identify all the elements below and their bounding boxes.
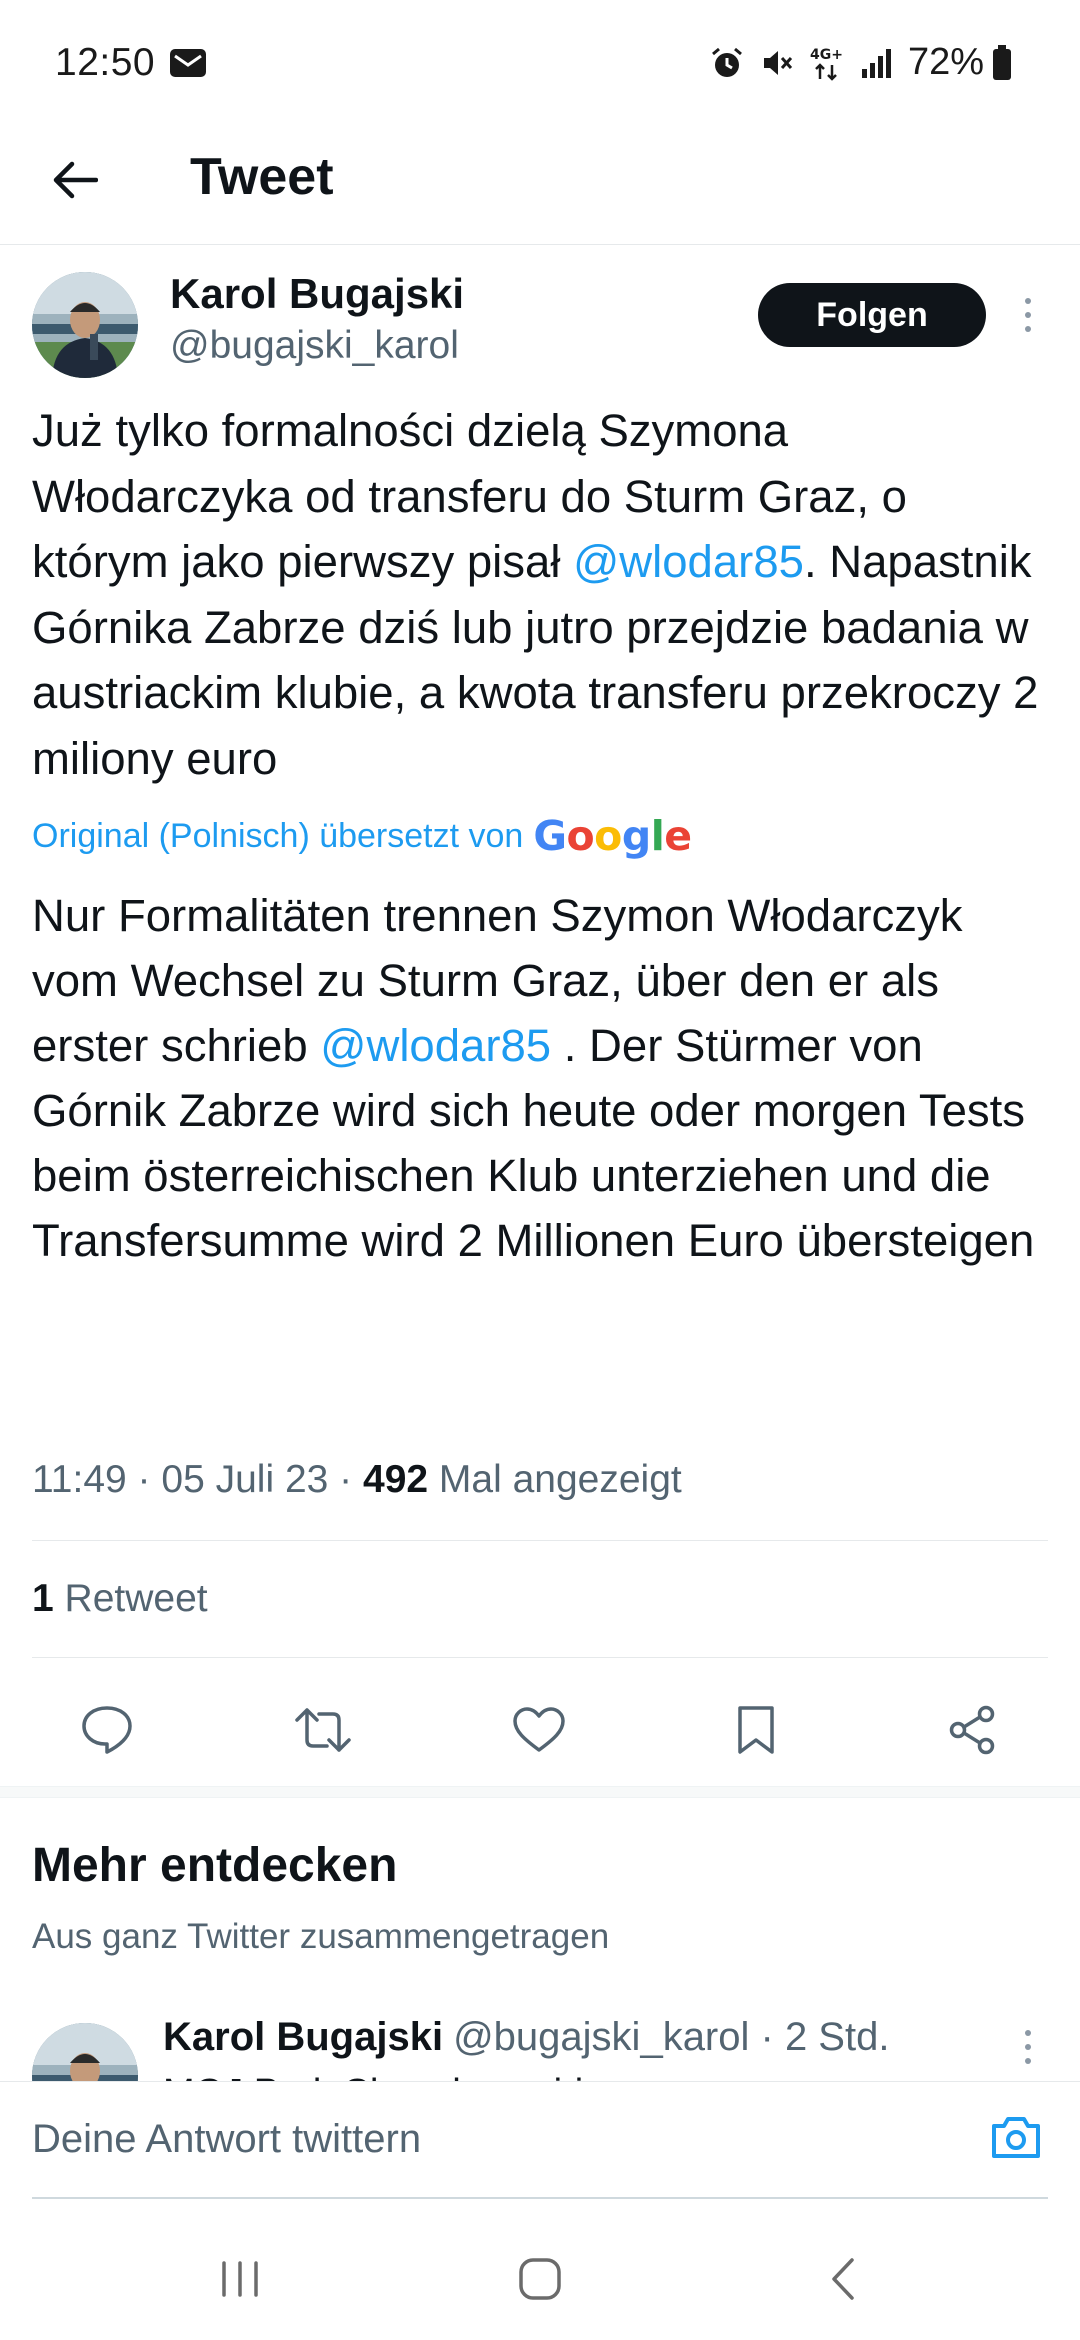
retweets-label: Retweet [64,1577,208,1620]
tweet-actions [0,1690,1080,1770]
nav-back-icon[interactable] [804,2239,884,2319]
network-4g-icon: 4G+ [810,45,844,81]
recent-apps-icon[interactable] [200,2239,280,2319]
page-title: Tweet [190,148,334,206]
retweet-count-link[interactable]: 1 Retweet [32,1577,208,1621]
related-author-name[interactable]: Karol Bugajski [163,2015,443,2059]
follow-button[interactable]: Folgen [758,283,986,347]
mute-icon [760,46,794,80]
views-count: 492 [363,1458,429,1501]
share-icon[interactable] [932,1690,1012,1770]
reply-bar: Deine Antwort twittern [0,2081,1080,2199]
tweet-meta: 11:49 · 05 Juli 23 · 492 Mal angezeigt [32,1458,682,1502]
svg-text:4G+: 4G+ [810,47,843,63]
like-icon[interactable] [499,1690,579,1770]
back-arrow-icon[interactable] [44,149,106,211]
retweet-icon[interactable] [283,1690,363,1770]
related-time: · 2 Std. [760,2015,890,2059]
tweet-time: 11:49 [32,1458,127,1501]
tweet-text: Już tylko formalności dzielą Szymona Wło… [32,398,1042,791]
author-handle[interactable]: @bugajski_karol [170,324,459,368]
tweet-date: 05 Juli 23 [161,1458,329,1501]
divider [32,1540,1048,1541]
status-bar: 12:50 4G+ 72% [0,0,1080,125]
discover-title: Mehr entdecken [32,1839,398,1892]
section-separator [0,1786,1080,1798]
related-author-handle: @bugajski_karol [453,2015,750,2059]
home-icon[interactable] [500,2239,580,2319]
translation-note-label: Original (Polnisch) übersetzt von [32,816,524,855]
divider [32,1657,1048,1658]
meta-separator: · [328,1458,363,1501]
meta-separator: · [126,1458,162,1501]
views-label: Mal angezeigt [438,1458,682,1501]
status-time: 12:50 [55,40,156,84]
signal-icon [860,47,892,79]
related-author-avatar[interactable] [32,2023,138,2085]
author-name[interactable]: Karol Bugajski [170,270,464,318]
related-tweet[interactable]: Karol Bugajski@bugajski_karol · 2 Std. M… [0,2005,1080,2085]
system-nav-bar [0,2199,1080,2340]
camera-icon[interactable] [988,2109,1044,2165]
bookmark-icon[interactable] [716,1690,796,1770]
related-more-icon[interactable] [1013,2017,1043,2077]
author-avatar[interactable] [32,272,138,378]
google-logo: Google [533,812,692,860]
related-author-line: Karol Bugajski @bugajski_karol · 2 Std. [163,2015,889,2060]
more-options-icon[interactable] [1013,285,1043,345]
reply-input[interactable]: Deine Antwort twittern [32,2117,421,2162]
mention-link[interactable]: @wlodar85 [320,1020,551,1071]
mail-icon [169,48,207,78]
app-header: Tweet [0,125,1080,245]
battery-icon [992,44,1012,81]
translation-note[interactable]: Original (Polnisch) übersetzt von Google [32,812,692,860]
reply-icon[interactable] [67,1690,147,1770]
discover-subtitle: Aus ganz Twitter zusammengetragen [32,1917,610,1956]
retweets-count: 1 [32,1577,54,1620]
translated-text: Nur Formalitäten trennen Szymon Włodarcz… [32,883,1052,1273]
mention-link[interactable]: @wlodar85 [573,536,804,587]
alarm-icon [710,46,744,80]
battery-percent: 72% [907,41,984,83]
tweet-detail-screen: 12:50 4G+ 72% Tweet Karol Bugajski @buga… [0,0,1080,2340]
